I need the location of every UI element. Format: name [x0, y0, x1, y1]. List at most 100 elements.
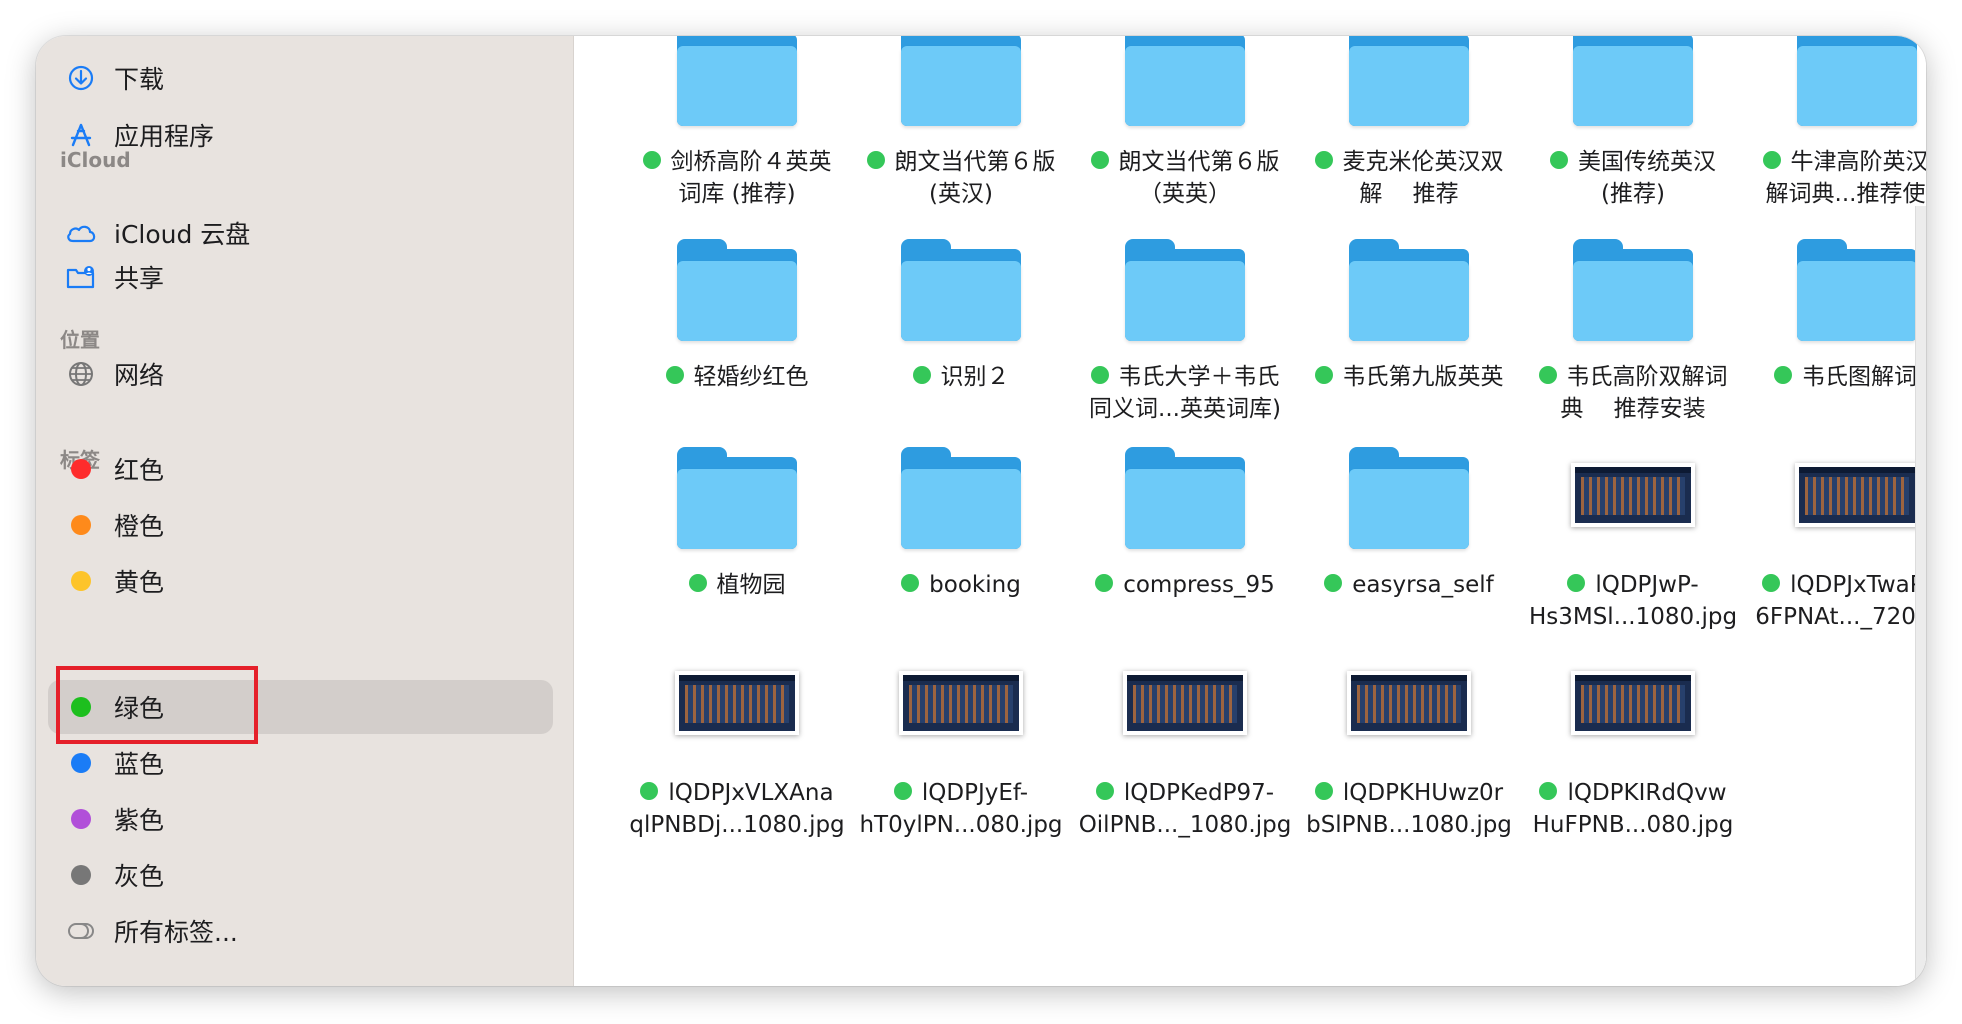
green-tag-dot-icon — [665, 365, 684, 384]
green-tag-dot-icon — [1095, 573, 1114, 592]
file-name-line2: (推荐) — [1601, 181, 1665, 207]
file-name: 植物园 — [716, 572, 786, 598]
sidebar-tag-purple[interactable]: 紫色 — [48, 792, 553, 846]
folder-icon — [677, 239, 797, 341]
green-tag-dot-icon — [1314, 365, 1333, 384]
file-name-line2: 解词典...推荐使用 — [1765, 181, 1926, 207]
file-name: lQDPKedP97- — [1123, 780, 1275, 806]
folder-icon — [677, 447, 797, 549]
file-name: 韦氏高阶双解词 — [1566, 364, 1728, 390]
file-name: 韦氏图解词典 — [1802, 364, 1926, 390]
file-name-line2: (英汉) — [929, 181, 993, 207]
folder-icon — [1573, 36, 1693, 126]
file-name: 韦氏第九版英英 — [1342, 364, 1504, 390]
file-grid: 剑桥高阶４英英 词库 (推荐) 朗文当代第６版 (英汉) 朗文当代第６版 （英英） 麦… — [574, 36, 1926, 986]
file-name: 朗文当代第６版 — [894, 149, 1056, 175]
sidebar-item-network[interactable]: 网络 — [48, 347, 553, 401]
sidebar-tag-orange[interactable]: 橙色 — [48, 498, 553, 552]
yellow-tag-dot-icon — [71, 571, 91, 591]
green-tag-dot-icon — [1774, 365, 1792, 384]
green-tag-dot-icon — [1090, 150, 1109, 169]
file-name: booking — [929, 572, 1021, 598]
file-name: lQDPJwP- — [1595, 572, 1699, 598]
green-tag-dot-icon — [642, 150, 661, 169]
sidebar: 下载 应用程序 iCloud iCloud 云盘 共享 位置 网络 红色 橙色 … — [36, 36, 574, 986]
file-name: 韦氏大学＋韦氏 — [1118, 364, 1280, 390]
file-name: lQDPKIRdQvw — [1567, 780, 1727, 806]
file-name-line2: HuFPNB...080.jpg — [1532, 812, 1734, 838]
image-thumbnail — [1571, 463, 1695, 527]
folder-icon — [1797, 239, 1917, 341]
folder-icon — [677, 36, 797, 126]
sidebar-item-label: 紫色 — [114, 806, 165, 835]
folder-icon — [1349, 447, 1469, 549]
green-tag-dot-icon — [1314, 781, 1333, 800]
sidebar-item-shared[interactable]: 共享 — [48, 250, 553, 304]
green-tag-dot-icon — [1550, 150, 1568, 169]
folder-icon — [1125, 239, 1245, 341]
green-tag-dot-icon — [1095, 781, 1114, 800]
folder-icon — [901, 447, 1021, 549]
file-name-line2: （英英） — [1139, 181, 1231, 207]
file-name: compress_95 — [1123, 572, 1275, 598]
sidebar-item-downloads[interactable]: 下载 — [48, 51, 553, 105]
file-name: lQDPJxVLXAna — [668, 780, 834, 806]
green-tag-dot-icon — [912, 365, 931, 384]
sidebar-tag-yellow[interactable]: 黄色 — [48, 554, 553, 608]
image-thumbnail — [1571, 671, 1695, 735]
blue-tag-dot-icon — [71, 753, 91, 773]
sidebar-item-label: iCloud 云盘 — [114, 220, 251, 249]
sidebar-item-label: 所有标签... — [114, 918, 238, 947]
sidebar-item-label: 红色 — [114, 456, 165, 485]
file-name-line2: bSlPNB...1080.jpg — [1306, 812, 1512, 838]
file-name: 剑桥高阶４英英 — [670, 149, 832, 175]
sidebar-tag-red[interactable]: 红色 — [48, 442, 553, 496]
green-tag-dot-icon — [893, 781, 912, 800]
file-name: lQDPKHUwz0r — [1342, 780, 1504, 806]
all-tags-icon — [64, 914, 98, 948]
folder-icon — [1349, 36, 1469, 126]
sidebar-tag-gray[interactable]: 灰色 — [48, 848, 553, 902]
sidebar-item-label: 共享 — [114, 264, 165, 293]
green-tag-dot-icon — [688, 573, 707, 592]
file-name: 识别２ — [940, 364, 1010, 390]
file-name: 牛津高阶英汉双 — [1790, 149, 1927, 175]
green-tag-dot-icon — [866, 150, 885, 169]
green-tag-dot-icon — [640, 781, 659, 800]
image-thumbnail — [1347, 671, 1471, 735]
green-tag-dot-icon — [901, 573, 920, 592]
sidebar-all-tags[interactable]: 所有标签... — [48, 904, 553, 958]
applications-icon — [64, 118, 98, 152]
finder-window: 下载 应用程序 iCloud iCloud 云盘 共享 位置 网络 红色 橙色 … — [36, 36, 1926, 986]
red-tag-dot-icon — [71, 459, 91, 479]
green-tag-dot-icon — [1539, 781, 1558, 800]
file-name: 轻婚纱红色 — [693, 364, 809, 390]
file-name-line2: OilPNB..._1080.jpg — [1078, 812, 1292, 838]
purple-tag-dot-icon — [71, 809, 91, 829]
sidebar-item-label: 蓝色 — [114, 750, 165, 779]
vertical-scrollbar[interactable] — [1915, 206, 1926, 986]
folder-icon — [901, 239, 1021, 341]
folder-icon — [1573, 239, 1693, 341]
sidebar-tag-blue[interactable]: 蓝色 — [48, 736, 553, 790]
folder-icon — [1125, 36, 1245, 126]
folder-icon — [1797, 36, 1917, 126]
green-tag-dot-icon — [1538, 365, 1557, 384]
download-icon — [64, 61, 98, 95]
file-name-line2: hT0ylPN...080.jpg — [859, 812, 1063, 838]
image-thumbnail — [899, 671, 1023, 735]
file-name-line2: qlPNBDj...1080.jpg — [629, 812, 845, 838]
file-name: lQDPJyEf- — [921, 780, 1029, 806]
green-tag-dot-icon — [1324, 573, 1343, 592]
green-tag-dot-icon — [1762, 150, 1781, 169]
sidebar-item-label: 灰色 — [114, 862, 165, 891]
file-name: 美国传统英汉 — [1578, 149, 1716, 175]
sidebar-item-label: 黄色 — [114, 568, 165, 597]
sidebar-item-label: 下载 — [114, 65, 165, 94]
image-thumbnail — [1795, 463, 1919, 527]
file-name: easyrsa_self — [1352, 572, 1494, 598]
annotation-highlight-box — [56, 666, 258, 744]
file-name: lQDPJxTwaPy2 — [1790, 572, 1926, 598]
green-tag-dot-icon — [1762, 573, 1781, 592]
green-tag-dot-icon — [1567, 573, 1586, 592]
